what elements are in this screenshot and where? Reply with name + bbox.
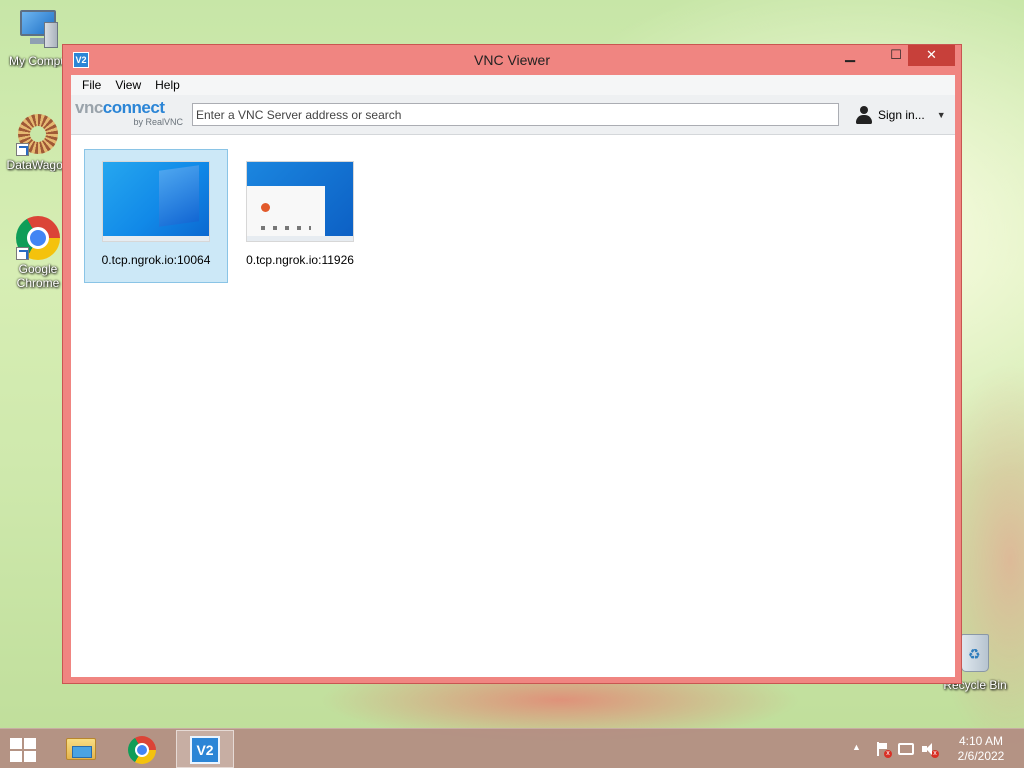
vnc-viewer-window: V2 VNC Viewer ▁ ☐ ✕ File View Help vncco…	[62, 44, 962, 684]
show-hidden-icons-button[interactable]: ▲	[852, 742, 861, 768]
menu-help[interactable]: Help	[148, 75, 187, 95]
connection-thumbnail	[246, 161, 354, 242]
connections-area: 0.tcp.ngrok.io:10064 0.tcp.ngrok.io:1192…	[71, 136, 955, 677]
datawagon-icon	[16, 112, 60, 156]
connection-thumbnail	[102, 161, 210, 242]
menu-view[interactable]: View	[108, 75, 148, 95]
clock-time: 4:10 AM	[958, 734, 1004, 748]
chrome-icon	[16, 216, 60, 260]
clock-date: 2/6/2022	[957, 749, 1005, 763]
connection-label: 0.tcp.ngrok.io:11926	[246, 253, 354, 267]
logo-vnc-text: vnc	[75, 98, 103, 117]
sign-in-button[interactable]: Sign in... ▼	[855, 105, 946, 125]
user-icon	[855, 106, 873, 124]
chevron-down-icon[interactable]: ▼	[937, 110, 946, 120]
taskbar-google-chrome[interactable]	[113, 730, 171, 768]
shortcut-arrow-icon	[16, 143, 29, 156]
start-button[interactable]	[10, 738, 37, 762]
close-button[interactable]: ✕	[908, 45, 955, 66]
taskbar-vnc-viewer[interactable]: V2	[176, 730, 234, 768]
menu-file[interactable]: File	[75, 75, 108, 95]
taskbar-file-explorer[interactable]	[52, 730, 110, 768]
logo-sub-text: by RealVNC	[133, 117, 183, 127]
taskbar: V2 ▲ x x 4:10 AM 2/6/2022	[0, 728, 1024, 768]
volume-muted-icon[interactable]: x	[921, 741, 939, 758]
window-titlebar[interactable]: V2 VNC Viewer ▁ ☐ ✕	[63, 45, 961, 75]
connection-tile[interactable]: 0.tcp.ngrok.io:11926	[228, 149, 372, 283]
maximize-button[interactable]: ☐	[883, 45, 909, 66]
toolbar: vncconnect by RealVNC Sign in... ▼	[71, 95, 955, 135]
vnc-viewer-icon: V2	[190, 736, 220, 764]
minimize-button[interactable]: ▁	[837, 45, 863, 66]
desktop-icon-label: Google Chrome	[16, 262, 60, 290]
folder-icon	[66, 738, 96, 760]
chrome-icon	[128, 736, 156, 764]
shortcut-arrow-icon	[16, 247, 29, 260]
connection-label: 0.tcp.ngrok.io:10064	[101, 253, 211, 267]
window-client-area: File View Help vncconnect by RealVNC Sig…	[71, 75, 955, 677]
network-icon[interactable]	[898, 743, 914, 755]
window-title: VNC Viewer	[474, 52, 550, 68]
connection-tile[interactable]: 0.tcp.ngrok.io:10064	[84, 149, 228, 283]
logo-connect-text: connect	[102, 98, 165, 117]
computer-icon	[16, 8, 60, 52]
system-clock[interactable]: 4:10 AM 2/6/2022	[950, 734, 1012, 764]
vnc-connect-logo: vncconnect by RealVNC	[75, 99, 185, 128]
menu-bar: File View Help	[71, 75, 955, 95]
sign-in-label: Sign in...	[878, 108, 925, 122]
windows-logo-icon	[10, 738, 22, 749]
server-search-input[interactable]	[192, 103, 839, 126]
action-center-flag-icon[interactable]: x	[874, 741, 892, 758]
